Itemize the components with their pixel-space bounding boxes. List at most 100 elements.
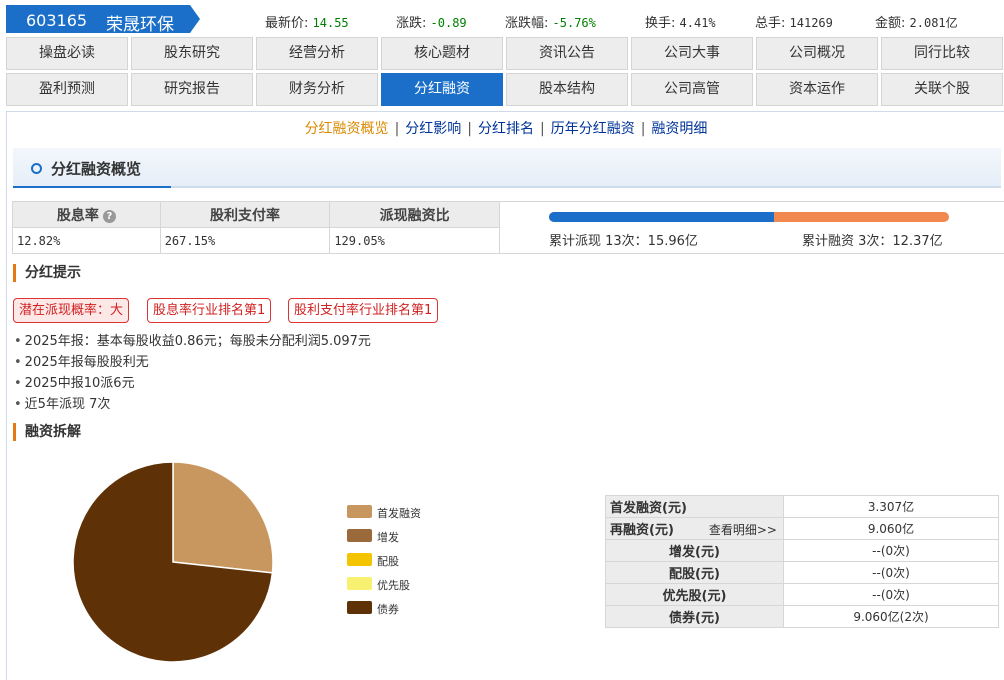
content-panel: 分红融资概览 | 分红影响 | 分红排名 | 历年分红融资 | 融资明细 分红融资概览 股息率?…: [6, 111, 1004, 680]
badge-payout-probability: 潜在派现概率：大: [13, 298, 130, 323]
dividend-tips-title: 分红提示: [13, 264, 81, 282]
fin-row-refinancing: 再融资(元) 查看明细>> 9.060亿: [605, 517, 999, 540]
subnav-impact[interactable]: 分红影响: [405, 121, 461, 137]
legend-label: 增发: [377, 531, 399, 544]
financing-pie-chart: [72, 461, 274, 663]
subnav-separator: |: [394, 121, 400, 137]
financing-breakdown-title: 融资拆解: [13, 423, 81, 441]
fin-value: 9.060亿: [783, 517, 999, 540]
quote-label: 涨跌:: [396, 16, 427, 31]
legend-swatch: [347, 553, 372, 566]
sub-nav: 分红融资概览 | 分红影响 | 分红排名 | 历年分红融资 | 融资明细: [7, 118, 1004, 138]
header-underline: [13, 186, 171, 188]
fin-row-ipo: 首发融资(元) 3.307亿: [605, 495, 999, 518]
quote-label: 最新价:: [265, 16, 309, 31]
tab-earnings-forecast[interactable]: 盈利预测: [6, 73, 128, 106]
quote-value: -5.76%: [552, 16, 596, 30]
fin-label: 债券(元): [605, 605, 784, 628]
quote-value: 14.55: [312, 16, 349, 30]
metric-value-payout: 267.15%: [159, 227, 331, 254]
dividend-metrics-table: 股息率? 股利支付率 派现融资比 12.82% 267.15% 129.05%: [12, 201, 500, 254]
legend-label: 首发融资: [377, 507, 421, 520]
fin-value: 3.307亿: [783, 495, 999, 518]
quote-amount: 金额: 2.081亿: [875, 12, 958, 31]
legend-ipo: 首发融资: [347, 504, 467, 520]
tab-business-analysis[interactable]: 经营分析: [256, 37, 378, 70]
view-detail-link[interactable]: 查看明细>>: [709, 521, 777, 538]
ratio-bar: [549, 212, 949, 222]
tab-core-themes[interactable]: 核心题材: [381, 37, 503, 70]
cumulative-financing-text: 累计融资 3次：12.37亿: [802, 234, 943, 249]
tab-research-reports[interactable]: 研究报告: [131, 73, 253, 106]
fin-row-additional: 增发(元) --(0次): [605, 539, 999, 562]
tab-peer-comparison[interactable]: 同行比较: [881, 37, 1003, 70]
subnav-separator: |: [467, 121, 472, 137]
subnav-separator: |: [540, 121, 545, 137]
quote-change: 涨跌: -0.89: [396, 12, 467, 31]
subnav-financing-detail[interactable]: 融资明细: [651, 121, 707, 137]
badge-payout-rank: 股利支付率行业排名第1: [288, 298, 439, 323]
pie-slice-0[interactable]: [172, 461, 274, 574]
financing-breakdown-table: 首发融资(元) 3.307亿 再融资(元) 查看明细>> 9.060亿 增发(元) --…: [605, 495, 999, 628]
quote-turnover: 换手: 4.41%: [645, 12, 716, 31]
tip-item: 近5年派现 7次: [14, 394, 371, 415]
dividend-tips-list: 2025年报：基本每股收益0.86元；每股未分配利润5.097元 2025年报每…: [14, 331, 371, 415]
ratio-bar-payout-fill: [549, 212, 775, 222]
tab-related-stocks[interactable]: 关联个股: [881, 73, 1003, 106]
nav-row-1: 操盘必读 股东研究 经营分析 核心题材 资讯公告 公司大事 公司概况 同行比较: [6, 37, 1004, 71]
tab-company-overview[interactable]: 公司概况: [756, 37, 878, 70]
legend-label: 配股: [377, 555, 399, 568]
fin-row-bonds: 债券(元) 9.060亿(2次): [605, 605, 999, 628]
fin-label-cell: 再融资(元) 查看明细>>: [605, 517, 784, 540]
tab-shareholder-research[interactable]: 股东研究: [131, 37, 253, 70]
nav-row-2: 盈利预测 研究报告 财务分析 分红融资 股本结构 公司高管 资本运作 关联个股: [6, 73, 1004, 107]
fin-label: 再融资(元): [610, 523, 674, 538]
legend-label: 债券: [377, 603, 399, 616]
overview-header: 分红融资概览: [13, 148, 1001, 188]
metric-header-ratio: 派现融资比: [329, 201, 500, 228]
tab-executives[interactable]: 公司高管: [631, 73, 753, 106]
metric-value-ratio: 129.05%: [329, 227, 500, 254]
quote-label: 换手:: [645, 16, 676, 31]
subnav-overview[interactable]: 分红融资概览: [305, 121, 389, 137]
fin-value: 9.060亿(2次): [783, 605, 999, 628]
payout-financing-ratio: 累计派现 13次：15.96亿 累计融资 3次：12.37亿: [500, 201, 1004, 254]
fin-value: --(0次): [783, 561, 999, 584]
legend-preferred-stock: 优先股: [347, 576, 467, 592]
fin-value: --(0次): [783, 539, 999, 562]
fin-label: 配股(元): [605, 561, 784, 584]
tab-news-announcements[interactable]: 资讯公告: [506, 37, 628, 70]
tab-operation-must-read[interactable]: 操盘必读: [6, 37, 128, 70]
metric-header-label: 股息率: [56, 207, 99, 224]
fin-value: --(0次): [783, 583, 999, 606]
fin-label: 增发(元): [605, 539, 784, 562]
metrics-value-row: 12.82% 267.15% 129.05%: [12, 227, 500, 254]
legend-rights-issue: 配股: [347, 552, 467, 568]
legend-swatch: [347, 529, 372, 542]
overview-title: 分红融资概览: [51, 160, 142, 178]
quote-value: 141269: [789, 16, 833, 30]
help-icon[interactable]: ?: [102, 209, 116, 223]
tab-equity-structure[interactable]: 股本结构: [506, 73, 628, 106]
tab-capital-operations[interactable]: 资本运作: [756, 73, 878, 106]
quote-price: 最新价: 14.55: [265, 12, 349, 31]
subnav-history[interactable]: 历年分红融资: [551, 121, 635, 137]
subnav-separator: |: [640, 121, 646, 137]
circle-bullet-icon: [31, 163, 42, 174]
legend-swatch: [347, 577, 372, 590]
tip-item: 2025中报10派6元: [14, 373, 371, 394]
legend-bonds: 债券: [347, 600, 467, 616]
stock-code: 603165: [26, 11, 88, 30]
quote-value: 4.41%: [679, 16, 716, 30]
fin-label: 优先股(元): [605, 583, 784, 606]
fin-label: 首发融资(元): [605, 495, 784, 518]
tab-dividend-financing[interactable]: 分红融资: [381, 73, 503, 106]
metric-header-yield: 股息率?: [12, 201, 161, 228]
stock-name: 荣晟环保: [106, 15, 174, 35]
tab-company-events[interactable]: 公司大事: [631, 37, 753, 70]
subnav-ranking[interactable]: 分红排名: [478, 121, 534, 137]
quote-label: 总手:: [755, 16, 786, 31]
metric-header-payout: 股利支付率: [159, 201, 331, 228]
tab-financial-analysis[interactable]: 财务分析: [256, 73, 378, 106]
quote-label: 涨跌幅:: [505, 16, 549, 31]
